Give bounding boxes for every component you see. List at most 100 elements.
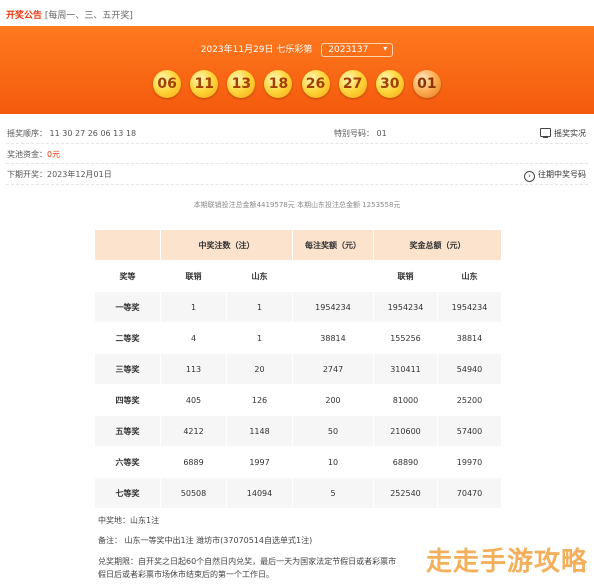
announcement-tag: 开奖公告 bbox=[6, 11, 43, 21]
draw-date: 2023年11月29日 七乐彩第 bbox=[200, 45, 313, 55]
table-row: 六等奖 6889 1997 10 68890 19970 bbox=[94, 446, 502, 478]
number-ball: 11 bbox=[190, 70, 219, 98]
table-row: 三等奖 113 20 2747 310411 54940 bbox=[94, 353, 502, 385]
count-sd: 1 bbox=[226, 322, 293, 354]
table-subheader-row: 奖等 联销 山东 联销 山东 bbox=[94, 260, 502, 292]
per-amount: 1954234 bbox=[292, 291, 374, 323]
deadline-line-1: 兑奖期限：自开奖之日起60个自然日内兑奖，最后一天为国家法定节假日或者彩票市 bbox=[98, 557, 397, 566]
next-draw: 下期开奖：2023年12月01日 bbox=[7, 169, 112, 180]
table-row: 五等奖 4212 1148 50 210600 57400 bbox=[94, 415, 502, 447]
total-sd: 19970 bbox=[437, 446, 502, 478]
total-sd: 25200 bbox=[437, 384, 502, 416]
header-blank bbox=[292, 260, 374, 292]
number-ball: 13 bbox=[227, 70, 256, 98]
prize-level: 六等奖 bbox=[94, 446, 161, 478]
history-link-label: 往期中奖号码 bbox=[538, 170, 586, 179]
number-ball: 30 bbox=[375, 70, 404, 98]
remark: 备注： 山东一等奖中出1注 潍坊市(37070514自选单式1注) bbox=[98, 536, 313, 545]
header-sd-total: 山东 bbox=[437, 260, 502, 292]
schedule-text: [每周一、三、五开奖] bbox=[44, 11, 133, 21]
draw-banner: 2023年11月29日 七乐彩第 2023137 ▾ 06 11 13 18 2… bbox=[0, 26, 594, 114]
header-empty bbox=[94, 229, 161, 261]
special-number: 特别号码： 01 bbox=[334, 128, 387, 139]
table-row: 二等奖 4 1 38814 155256 38814 bbox=[94, 322, 502, 354]
special-number-ball: 01 bbox=[412, 70, 441, 98]
draw-order-value: 11 30 27 26 06 13 18 bbox=[49, 129, 137, 138]
header-count: 中奖注数（注） bbox=[160, 229, 293, 261]
per-amount: 5 bbox=[292, 477, 374, 509]
per-amount: 10 bbox=[292, 446, 374, 478]
number-ball: 27 bbox=[338, 70, 367, 98]
header-total: 奖金总额（元） bbox=[373, 229, 502, 261]
next-draw-value: 2023年12月01日 bbox=[47, 170, 112, 179]
video-link-label: 摇奖实况 bbox=[554, 129, 586, 138]
count-sd: 1148 bbox=[226, 415, 293, 447]
total-sd: 70470 bbox=[437, 477, 502, 509]
total-lian: 81000 bbox=[373, 384, 438, 416]
header-sd: 山东 bbox=[226, 260, 293, 292]
total-lian: 155256 bbox=[373, 322, 438, 354]
deadline-line-2: 假日后或者彩票市场休市结束后的第一个工作日。 bbox=[98, 570, 274, 579]
total-sd: 57400 bbox=[437, 415, 502, 447]
total-lian: 310411 bbox=[373, 353, 438, 385]
table-row: 四等奖 405 126 200 81000 25200 bbox=[94, 384, 502, 416]
sales-summary: 本期联销投注总金额4419578元 本期山东投注总金额 1253558元 bbox=[193, 201, 401, 209]
prize-level: 三等奖 bbox=[94, 353, 161, 385]
next-draw-label: 下期开奖： bbox=[7, 170, 47, 179]
per-amount: 200 bbox=[292, 384, 374, 416]
chevron-down-icon: ▾ bbox=[383, 44, 388, 53]
number-ball: 06 bbox=[153, 70, 182, 98]
table-row: 一等奖 1 1 1954234 1954234 1954234 bbox=[94, 291, 502, 323]
count-sd: 126 bbox=[226, 384, 293, 416]
table-row: 七等奖 50508 14094 5 252540 70470 bbox=[94, 477, 502, 509]
pool-label: 奖池资金： bbox=[7, 150, 47, 159]
count-sd: 1997 bbox=[226, 446, 293, 478]
draw-date-line: 2023年11月29日 七乐彩第 2023137 ▾ bbox=[0, 42, 594, 57]
header-note: 开奖公告 [每周一、三、五开奖] bbox=[6, 8, 133, 21]
total-sd: 38814 bbox=[437, 322, 502, 354]
number-ball: 26 bbox=[301, 70, 330, 98]
total-lian: 252540 bbox=[373, 477, 438, 509]
count-lian: 4212 bbox=[160, 415, 227, 447]
prize-level: 一等奖 bbox=[94, 291, 161, 323]
prize-level: 七等奖 bbox=[94, 477, 161, 509]
divider bbox=[6, 184, 588, 185]
total-lian: 210600 bbox=[373, 415, 438, 447]
special-number-label: 特别号码： bbox=[334, 129, 374, 138]
table-header-row: 中奖注数（注） 每注奖额（元） 奖金总额（元） bbox=[94, 229, 502, 261]
count-sd: 1 bbox=[226, 291, 293, 323]
prize-table: 中奖注数（注） 每注奖额（元） 奖金总额（元） 奖等 联销 山东 联销 山东 一… bbox=[94, 229, 502, 509]
monitor-icon bbox=[540, 128, 551, 138]
header-level: 奖等 bbox=[94, 260, 161, 292]
draw-order-label: 摇奖顺序： bbox=[7, 129, 47, 138]
divider bbox=[6, 143, 588, 144]
number-ball: 18 bbox=[264, 70, 293, 98]
total-sd: 54940 bbox=[437, 353, 502, 385]
count-sd: 14094 bbox=[226, 477, 293, 509]
header-per: 每注奖额（元） bbox=[292, 229, 374, 261]
count-lian: 50508 bbox=[160, 477, 227, 509]
issue-value: 2023137 bbox=[328, 45, 369, 55]
per-amount: 2747 bbox=[292, 353, 374, 385]
winning-location: 中奖地：山东1注 bbox=[98, 516, 160, 525]
total-lian: 68890 bbox=[373, 446, 438, 478]
total-sd: 1954234 bbox=[437, 291, 502, 323]
per-amount: 38814 bbox=[292, 322, 374, 354]
total-lian: 1954234 bbox=[373, 291, 438, 323]
per-amount: 50 bbox=[292, 415, 374, 447]
header-lian-total: 联销 bbox=[373, 260, 438, 292]
prize-level: 五等奖 bbox=[94, 415, 161, 447]
count-lian: 1 bbox=[160, 291, 227, 323]
arrow-right-icon: › bbox=[524, 171, 535, 182]
issue-select[interactable]: 2023137 ▾ bbox=[321, 43, 394, 57]
count-lian: 4 bbox=[160, 322, 227, 354]
history-link[interactable]: › 往期中奖号码 bbox=[524, 169, 586, 182]
pool-value: 0元 bbox=[47, 150, 61, 159]
video-link[interactable]: 摇奖实况 bbox=[540, 128, 586, 139]
prize-level: 二等奖 bbox=[94, 322, 161, 354]
draw-order: 摇奖顺序： 11 30 27 26 06 13 18 bbox=[7, 128, 136, 139]
divider bbox=[6, 163, 588, 164]
header-lian: 联销 bbox=[160, 260, 227, 292]
prize-level: 四等奖 bbox=[94, 384, 161, 416]
count-lian: 113 bbox=[160, 353, 227, 385]
